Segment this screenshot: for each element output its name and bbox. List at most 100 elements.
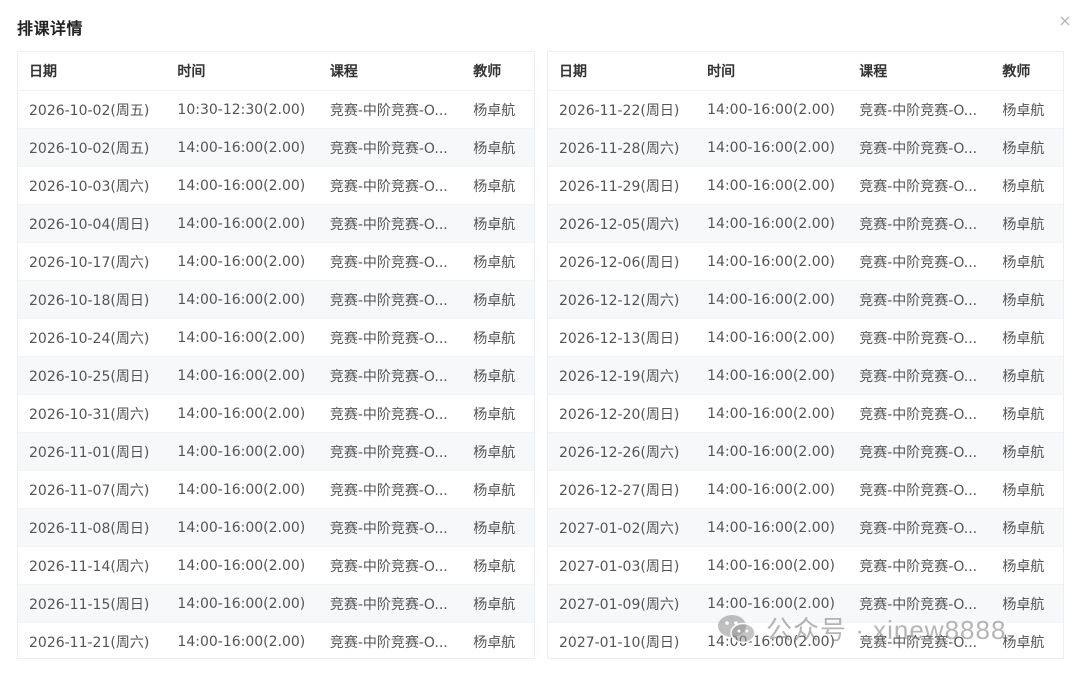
cell-teacher: 杨卓航	[473, 444, 516, 461]
table-row[interactable]: 2026-10-24(周六) 14:00-16:00(2.00) 竞赛-中阶竞赛-O…	[18, 318, 534, 356]
cell-course: 竞赛-中阶竞赛-O...	[329, 444, 448, 461]
cell-teacher: 杨卓航	[1002, 596, 1045, 613]
table-row[interactable]: 2026-10-25(周日) 14:00-16:00(2.00) 竞赛-中阶竞赛-O…	[18, 356, 534, 394]
cell-date: 2026-10-18(周日)	[29, 292, 150, 309]
cell-teacher: 杨卓航	[473, 292, 516, 309]
table-row[interactable]: 2026-11-08(周日) 14:00-16:00(2.00) 竞赛-中阶竞赛-O…	[18, 508, 534, 546]
cell-time: 14:00-16:00(2.00)	[177, 367, 306, 384]
cell-date: 2026-10-02(周五)	[29, 102, 150, 119]
cell-date: 2026-12-26(周六)	[559, 444, 680, 461]
cell-course: 竞赛-中阶竞赛-O...	[329, 634, 448, 651]
cell-teacher: 杨卓航	[1002, 482, 1045, 499]
table-row[interactable]: 2026-10-04(周日) 14:00-16:00(2.00) 竞赛-中阶竞赛-O…	[18, 204, 534, 242]
cell-time: 14:00-16:00(2.00)	[707, 101, 835, 118]
column-header-course: 课程	[329, 64, 358, 80]
cell-time: 14:00-16:00(2.00)	[177, 557, 306, 574]
cell-course: 竞赛-中阶竞赛-O...	[859, 368, 978, 385]
table-row[interactable]: 2026-12-12(周六) 14:00-16:00(2.00) 竞赛-中阶竞赛-O…	[548, 280, 1063, 318]
cell-time: 14:00-16:00(2.00)	[177, 329, 306, 346]
cell-teacher: 杨卓航	[473, 482, 516, 499]
cell-date: 2026-10-31(周六)	[29, 406, 150, 423]
cell-date: 2026-11-22(周日)	[559, 102, 680, 119]
table-row[interactable]: 2027-01-09(周六) 14:00-16:00(2.00) 竞赛-中阶竞赛-O…	[548, 584, 1063, 622]
cell-time: 14:00-16:00(2.00)	[177, 595, 306, 612]
table-row[interactable]: 2026-11-29(周日) 14:00-16:00(2.00) 竞赛-中阶竞赛-O…	[548, 166, 1063, 204]
cell-teacher: 杨卓航	[473, 102, 516, 119]
cell-time: 14:00-16:00(2.00)	[707, 633, 835, 650]
table-row[interactable]: 2026-10-17(周六) 14:00-16:00(2.00) 竞赛-中阶竞赛-O…	[18, 242, 534, 280]
cell-time: 14:00-16:00(2.00)	[707, 557, 835, 574]
cell-course: 竞赛-中阶竞赛-O...	[859, 254, 978, 271]
cell-teacher: 杨卓航	[473, 254, 516, 271]
table-row[interactable]: 2027-01-10(周日) 14:00-16:00(2.00) 竞赛-中阶竞赛-O…	[548, 622, 1063, 658]
cell-date: 2026-12-12(周六)	[559, 292, 680, 309]
table-row[interactable]: 2026-11-28(周六) 14:00-16:00(2.00) 竞赛-中阶竞赛-O…	[548, 128, 1063, 166]
table-row[interactable]: 2026-11-21(周六) 14:00-16:00(2.00) 竞赛-中阶竞赛-O…	[18, 622, 534, 658]
close-icon[interactable]: ×	[1056, 12, 1074, 30]
cell-date: 2027-01-03(周日)	[559, 558, 680, 575]
cell-teacher: 杨卓航	[1002, 558, 1045, 575]
cell-teacher: 杨卓航	[1002, 634, 1045, 651]
cell-course: 竞赛-中阶竞赛-O...	[859, 102, 978, 119]
table-header: 日期 时间 课程 教师	[548, 52, 1063, 90]
cell-course: 竞赛-中阶竞赛-O...	[859, 140, 978, 157]
cell-course: 竞赛-中阶竞赛-O...	[329, 406, 448, 423]
cell-course: 竞赛-中阶竞赛-O...	[859, 634, 978, 651]
cell-course: 竞赛-中阶竞赛-O...	[329, 368, 448, 385]
cell-time: 14:00-16:00(2.00)	[177, 481, 306, 498]
table-row[interactable]: 2026-12-20(周日) 14:00-16:00(2.00) 竞赛-中阶竞赛-O…	[548, 394, 1063, 432]
cell-date: 2026-11-14(周六)	[29, 558, 150, 575]
cell-course: 竞赛-中阶竞赛-O...	[859, 520, 978, 537]
table-row[interactable]: 2026-11-07(周六) 14:00-16:00(2.00) 竞赛-中阶竞赛-O…	[18, 470, 534, 508]
column-header-teacher: 教师	[473, 64, 502, 80]
table-row[interactable]: 2026-12-05(周六) 14:00-16:00(2.00) 竞赛-中阶竞赛-O…	[548, 204, 1063, 242]
cell-time: 14:00-16:00(2.00)	[707, 329, 835, 346]
cell-course: 竞赛-中阶竞赛-O...	[329, 292, 448, 309]
cell-teacher: 杨卓航	[1002, 254, 1045, 271]
cell-teacher: 杨卓航	[473, 634, 516, 651]
cell-time: 14:00-16:00(2.00)	[707, 253, 835, 270]
table-row[interactable]: 2026-11-15(周日) 14:00-16:00(2.00) 竞赛-中阶竞赛-O…	[18, 584, 534, 622]
cell-teacher: 杨卓航	[473, 520, 516, 537]
cell-teacher: 杨卓航	[1002, 406, 1045, 423]
table-row[interactable]: 2026-10-03(周六) 14:00-16:00(2.00) 竞赛-中阶竞赛-O…	[18, 166, 534, 204]
cell-course: 竞赛-中阶竞赛-O...	[859, 292, 978, 309]
table-row[interactable]: 2026-10-02(周五) 14:00-16:00(2.00) 竞赛-中阶竞赛-O…	[18, 128, 534, 166]
cell-course: 竞赛-中阶竞赛-O...	[859, 444, 978, 461]
column-header-date: 日期	[559, 64, 587, 80]
cell-teacher: 杨卓航	[1002, 368, 1045, 385]
cell-teacher: 杨卓航	[1002, 178, 1045, 195]
table-row[interactable]: 2027-01-03(周日) 14:00-16:00(2.00) 竞赛-中阶竞赛-O…	[548, 546, 1063, 584]
table-row[interactable]: 2026-12-27(周日) 14:00-16:00(2.00) 竞赛-中阶竞赛-O…	[548, 470, 1063, 508]
cell-teacher: 杨卓航	[1002, 330, 1045, 347]
cell-course: 竞赛-中阶竞赛-O...	[329, 596, 448, 613]
cell-date: 2026-11-01(周日)	[29, 444, 150, 461]
cell-time: 14:00-16:00(2.00)	[707, 443, 835, 460]
table-row[interactable]: 2026-11-01(周日) 14:00-16:00(2.00) 竞赛-中阶竞赛-O…	[18, 432, 534, 470]
table-row[interactable]: 2026-11-14(周六) 14:00-16:00(2.00) 竞赛-中阶竞赛-O…	[18, 546, 534, 584]
table-header: 日期 时间 课程 教师	[18, 52, 534, 90]
column-header-time: 时间	[707, 64, 736, 80]
table-row[interactable]: 2026-10-18(周日) 14:00-16:00(2.00) 竞赛-中阶竞赛-O…	[18, 280, 534, 318]
cell-course: 竞赛-中阶竞赛-O...	[329, 216, 448, 233]
table-row[interactable]: 2027-01-02(周六) 14:00-16:00(2.00) 竞赛-中阶竞赛-O…	[548, 508, 1063, 546]
cell-date: 2026-11-28(周六)	[559, 140, 680, 157]
table-row[interactable]: 2026-10-02(周五) 10:30-12:30(2.00) 竞赛-中阶竞赛-O…	[18, 90, 534, 128]
cell-date: 2026-10-17(周六)	[29, 254, 150, 271]
table-row[interactable]: 2026-12-19(周六) 14:00-16:00(2.00) 竞赛-中阶竞赛-O…	[548, 356, 1063, 394]
cell-teacher: 杨卓航	[473, 178, 516, 195]
cell-time: 14:00-16:00(2.00)	[707, 215, 835, 232]
table-row[interactable]: 2026-10-31(周六) 14:00-16:00(2.00) 竞赛-中阶竞赛-O…	[18, 394, 534, 432]
cell-time: 14:00-16:00(2.00)	[707, 481, 835, 498]
cell-date: 2026-12-20(周日)	[559, 406, 680, 423]
cell-time: 14:00-16:00(2.00)	[177, 215, 306, 232]
cell-course: 竞赛-中阶竞赛-O...	[859, 482, 978, 499]
cell-date: 2026-12-06(周日)	[559, 254, 680, 271]
cell-date: 2026-12-19(周六)	[559, 368, 680, 385]
table-row[interactable]: 2026-12-13(周日) 14:00-16:00(2.00) 竞赛-中阶竞赛-O…	[548, 318, 1063, 356]
cell-time: 14:00-16:00(2.00)	[177, 405, 306, 422]
table-row[interactable]: 2026-12-26(周六) 14:00-16:00(2.00) 竞赛-中阶竞赛-O…	[548, 432, 1063, 470]
table-row[interactable]: 2026-12-06(周日) 14:00-16:00(2.00) 竞赛-中阶竞赛-O…	[548, 242, 1063, 280]
cell-time: 14:00-16:00(2.00)	[177, 177, 306, 194]
table-row[interactable]: 2026-11-22(周日) 14:00-16:00(2.00) 竞赛-中阶竞赛-O…	[548, 90, 1063, 128]
